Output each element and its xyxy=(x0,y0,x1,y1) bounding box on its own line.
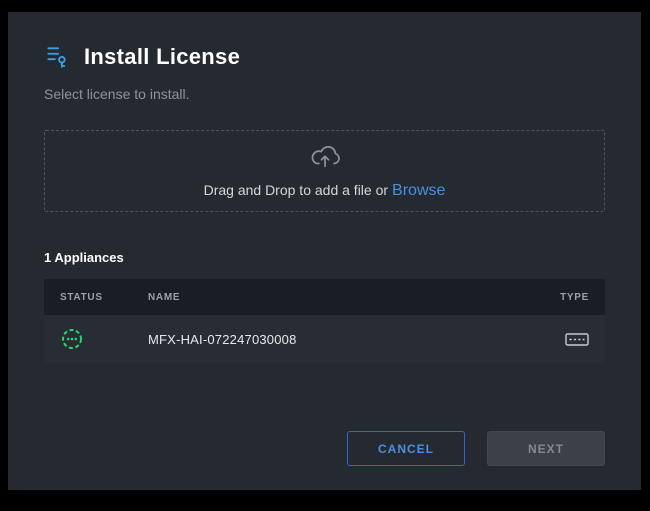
browse-link[interactable]: Browse xyxy=(392,182,445,199)
appliances-count-label: 1 Appliances xyxy=(44,250,605,265)
cancel-button[interactable]: CANCEL xyxy=(347,431,465,466)
license-icon xyxy=(44,44,70,70)
appliances-table: STATUS NAME TYPE MFX-HAI-072247030008 xyxy=(44,279,605,363)
table-header-row: STATUS NAME TYPE xyxy=(44,279,605,315)
next-button[interactable]: NEXT xyxy=(487,431,605,466)
file-dropzone[interactable]: Drag and Drop to add a file orBrowse xyxy=(44,130,605,212)
dialog-header: Install License xyxy=(44,12,605,70)
dialog-footer: CANCEL NEXT xyxy=(347,431,605,466)
dialog-content: Install License Select license to instal… xyxy=(8,12,641,490)
appliance-icon xyxy=(565,333,589,346)
status-connected-icon xyxy=(60,327,148,351)
cloud-upload-icon xyxy=(310,143,340,174)
dropzone-text: Drag and Drop to add a file or xyxy=(204,182,388,198)
table-row[interactable]: MFX-HAI-072247030008 xyxy=(44,315,605,363)
column-header-name: NAME xyxy=(148,292,529,303)
page-title: Install License xyxy=(84,44,240,70)
install-license-dialog: Install License Select license to instal… xyxy=(8,12,641,490)
column-header-status: STATUS xyxy=(60,292,148,303)
dialog-subtitle: Select license to install. xyxy=(44,86,605,102)
column-header-type: TYPE xyxy=(560,292,589,303)
appliance-name: MFX-HAI-072247030008 xyxy=(148,332,529,347)
